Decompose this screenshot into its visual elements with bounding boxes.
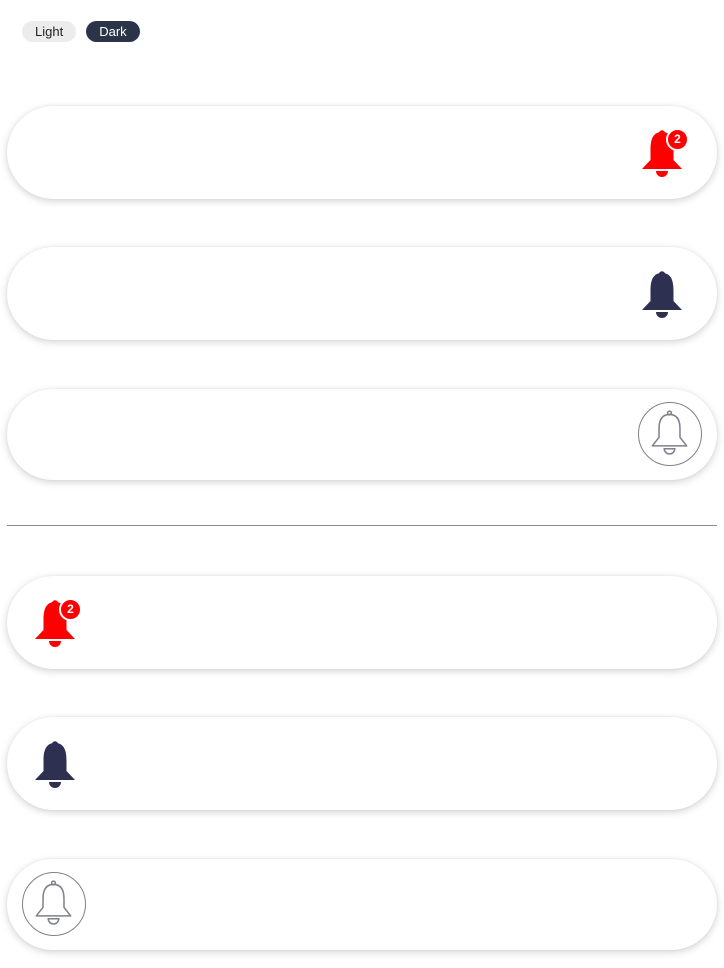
notification-bar-outline-right bbox=[7, 389, 717, 480]
bell-icon bbox=[642, 271, 682, 318]
dark-theme-button[interactable]: Dark bbox=[86, 21, 140, 42]
notification-bell-button[interactable] bbox=[32, 739, 84, 795]
bell-outline-icon bbox=[35, 880, 72, 925]
notification-bar-filled-right bbox=[7, 247, 717, 340]
notification-bell-outline-button[interactable] bbox=[638, 402, 702, 466]
notification-bell-button[interactable]: 2 bbox=[32, 598, 84, 654]
bell-icon bbox=[35, 741, 75, 788]
notification-bell-button[interactable]: 2 bbox=[639, 128, 691, 184]
notification-count-badge: 2 bbox=[666, 128, 689, 151]
bell-outline-icon bbox=[651, 410, 688, 455]
theme-toggle: Light Dark bbox=[22, 21, 140, 42]
light-theme-button[interactable]: Light bbox=[22, 21, 77, 42]
notification-count-badge: 2 bbox=[59, 598, 82, 621]
section-divider bbox=[7, 525, 717, 526]
notification-bell-button[interactable] bbox=[639, 269, 691, 325]
notification-bar-badge-right: 2 bbox=[7, 106, 717, 199]
notification-bar-filled-left bbox=[7, 717, 717, 810]
notification-bar-outline-left bbox=[7, 859, 717, 950]
notification-bell-outline-button[interactable] bbox=[22, 872, 86, 936]
notification-bar-badge-left: 2 bbox=[7, 576, 717, 669]
